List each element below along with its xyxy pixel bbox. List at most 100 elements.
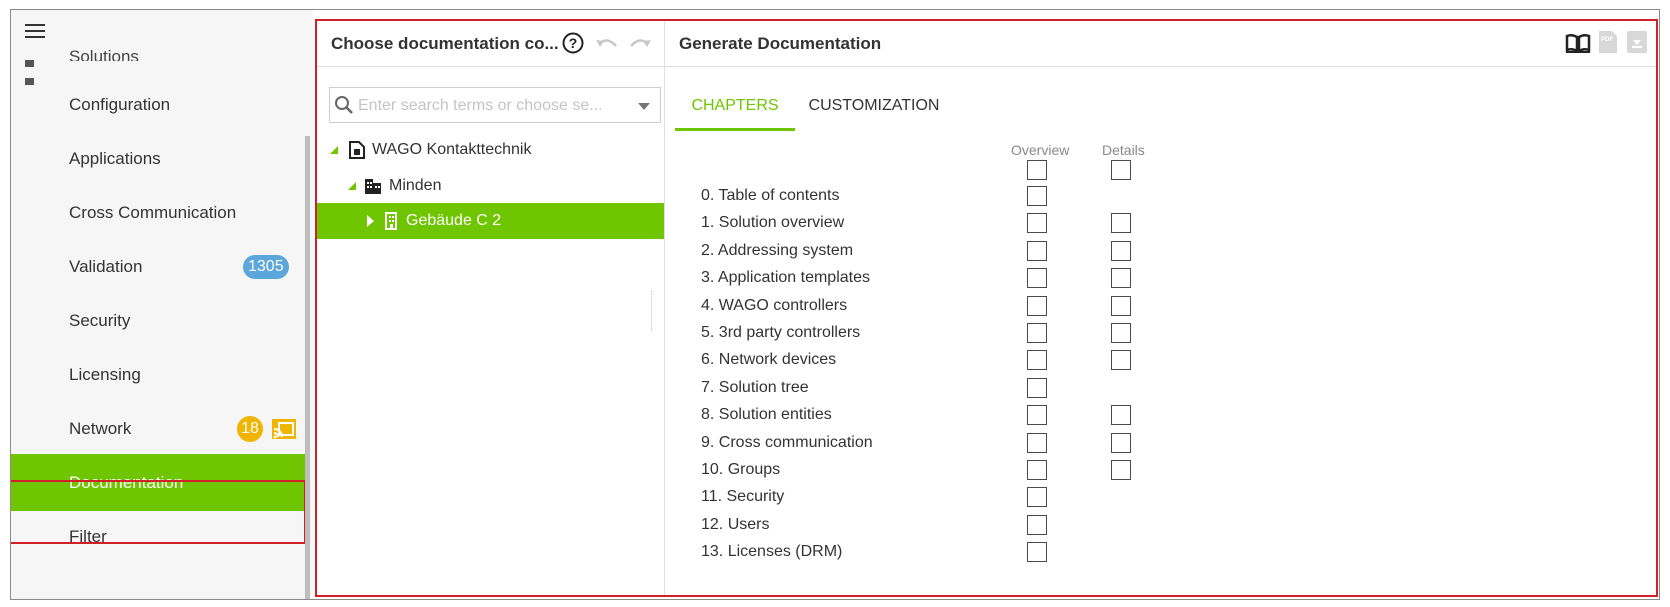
details-checkbox[interactable] xyxy=(1111,213,1131,234)
main-content: Choose documentation co... ? Enter searc… xyxy=(315,19,1658,597)
sidebar-item-label: Filter xyxy=(69,527,107,546)
sidebar-item-label: Licensing xyxy=(69,365,141,384)
collapsed-arrow-icon[interactable] xyxy=(367,215,374,227)
sidebar-item-network[interactable]: Network 18 xyxy=(11,400,305,457)
download-icon[interactable] xyxy=(1626,30,1648,54)
overview-checkbox[interactable] xyxy=(1027,377,1047,398)
chapter-row: 4. WAGO controllers xyxy=(665,293,1656,321)
chapter-label: 4. WAGO controllers xyxy=(701,296,848,314)
details-checkbox[interactable] xyxy=(1111,432,1131,453)
overview-checkbox[interactable] xyxy=(1027,213,1047,234)
building-doc-icon xyxy=(349,141,365,159)
chapter-label: 3. Application templates xyxy=(701,269,870,287)
overview-checkbox[interactable] xyxy=(1027,432,1047,453)
expanded-arrow-icon[interactable] xyxy=(348,182,356,190)
chapter-row: 5. 3rd party controllers xyxy=(665,320,1656,348)
overview-checkbox[interactable] xyxy=(1027,295,1047,316)
city-icon xyxy=(365,179,381,194)
chapter-label: 6. Network devices xyxy=(701,351,837,369)
overview-checkbox[interactable] xyxy=(1027,514,1047,535)
sidebar-item-documentation[interactable]: Documentation xyxy=(11,454,305,511)
tree-node-label: Gebäude C 2 xyxy=(406,212,502,229)
overview-checkbox[interactable] xyxy=(1027,186,1047,206)
chevron-down-icon[interactable] xyxy=(638,103,650,110)
tree-node-label: WAGO Kontakttechnik xyxy=(372,141,532,158)
search-input[interactable] xyxy=(356,94,620,118)
overview-checkbox[interactable] xyxy=(1027,405,1047,426)
network-count-badge: 18 xyxy=(237,416,263,442)
network-scan-icon[interactable] xyxy=(271,417,297,441)
scope-search-combobox[interactable] xyxy=(329,87,661,123)
pdf-export-icon[interactable]: PDF xyxy=(1597,30,1619,54)
sidebar-scrollbar[interactable] xyxy=(305,136,310,599)
details-checkbox[interactable] xyxy=(1111,405,1131,426)
undo-icon[interactable] xyxy=(594,35,620,53)
tree-node-wago-kontakttechnik[interactable]: WAGO Kontakttechnik xyxy=(317,132,664,168)
sidebar-item-configuration[interactable]: Configuration xyxy=(11,76,305,133)
tab-customization[interactable]: CUSTOMIZATION xyxy=(805,81,943,131)
chapter-row: 2. Addressing system xyxy=(665,238,1656,266)
sidebar-item-label: Configuration xyxy=(69,95,171,114)
generate-panel-title: Generate Documentation xyxy=(679,34,882,53)
chapter-label: 2. Addressing system xyxy=(701,241,854,259)
overview-checkbox[interactable] xyxy=(1027,350,1047,371)
chapter-label: 9. Cross communication xyxy=(701,433,873,451)
details-select-all-checkbox[interactable] xyxy=(1111,160,1131,180)
help-icon[interactable]: ? xyxy=(562,32,584,54)
book-icon[interactable] xyxy=(1565,32,1591,54)
details-checkbox[interactable] xyxy=(1111,350,1131,371)
generate-panel-header: Generate Documentation PDF xyxy=(665,21,1656,67)
tree-node-minden[interactable]: Minden xyxy=(317,168,664,204)
documentation-scope-panel: Choose documentation co... ? Enter searc… xyxy=(317,21,665,595)
solutions-icon xyxy=(25,54,45,85)
details-checkbox[interactable] xyxy=(1111,240,1131,261)
details-checkbox[interactable] xyxy=(1111,460,1131,480)
chapter-row: 0. Table of contents xyxy=(665,183,1656,211)
overview-checkbox[interactable] xyxy=(1027,268,1047,289)
sidebar-item-solutions[interactable]: Solutions xyxy=(69,45,139,61)
tree-node-gebaeude-c2[interactable]: Gebäude C 2 xyxy=(317,203,664,239)
chapter-label: 0. Table of contents xyxy=(701,187,840,204)
chapter-label: 10. Groups xyxy=(701,461,781,478)
redo-icon[interactable] xyxy=(627,35,653,53)
building-icon xyxy=(385,212,397,230)
generate-documentation-panel: Generate Documentation PDF CHAPTERS CUST… xyxy=(665,21,1656,595)
chapter-label: 13. Licenses (DRM) xyxy=(701,543,843,561)
expanded-arrow-icon[interactable] xyxy=(330,146,338,154)
scope-panel-header: Choose documentation co... ? xyxy=(317,21,664,67)
overview-checkbox[interactable] xyxy=(1027,487,1047,508)
sidebar-item-cross-communication[interactable]: Cross Communication xyxy=(11,184,305,241)
overview-column-header: Overview xyxy=(1011,142,1070,158)
chapter-label: 7. Solution tree xyxy=(701,378,809,396)
overview-checkbox[interactable] xyxy=(1027,323,1047,343)
overview-checkbox[interactable] xyxy=(1027,542,1047,563)
sidebar-item-filter[interactable]: Filter xyxy=(11,508,305,565)
chapter-label: 5. 3rd party controllers xyxy=(701,324,861,341)
details-checkbox[interactable] xyxy=(1111,268,1131,289)
chapter-row: 8. Solution entities xyxy=(665,402,1656,430)
chapter-row: 12. Users xyxy=(665,512,1656,540)
hamburger-menu-icon[interactable] xyxy=(25,24,45,40)
sidebar-item-applications[interactable]: Applications xyxy=(11,130,305,187)
sidebar-item-security[interactable]: Security xyxy=(11,292,305,349)
svg-text:?: ? xyxy=(569,35,578,51)
search-icon xyxy=(335,96,353,114)
chapter-row: 13. Licenses (DRM) xyxy=(665,539,1656,567)
sidebar-item-validation[interactable]: Validation 1305 xyxy=(11,238,305,295)
sidebar-item-label: Validation xyxy=(69,257,143,276)
details-checkbox[interactable] xyxy=(1111,323,1131,343)
chapter-label: 8. Solution entities xyxy=(701,406,832,424)
overview-select-all-checkbox[interactable] xyxy=(1027,160,1047,180)
panel-splitter[interactable] xyxy=(651,291,654,331)
sidebar-item-label: Network xyxy=(69,419,132,438)
sidebar-item-licensing[interactable]: Licensing xyxy=(11,346,305,403)
chapter-label: 1. Solution overview xyxy=(701,214,845,232)
validation-count-badge: 1305 xyxy=(243,255,289,279)
overview-checkbox[interactable] xyxy=(1027,240,1047,261)
chapter-row: 7. Solution tree xyxy=(665,375,1656,403)
overview-checkbox[interactable] xyxy=(1027,460,1047,480)
chapter-row: 3. Application templates xyxy=(665,265,1656,293)
sidebar: Solutions Configuration Applications Cro… xyxy=(11,10,313,599)
details-checkbox[interactable] xyxy=(1111,295,1131,316)
tab-chapters[interactable]: CHAPTERS xyxy=(675,81,795,131)
